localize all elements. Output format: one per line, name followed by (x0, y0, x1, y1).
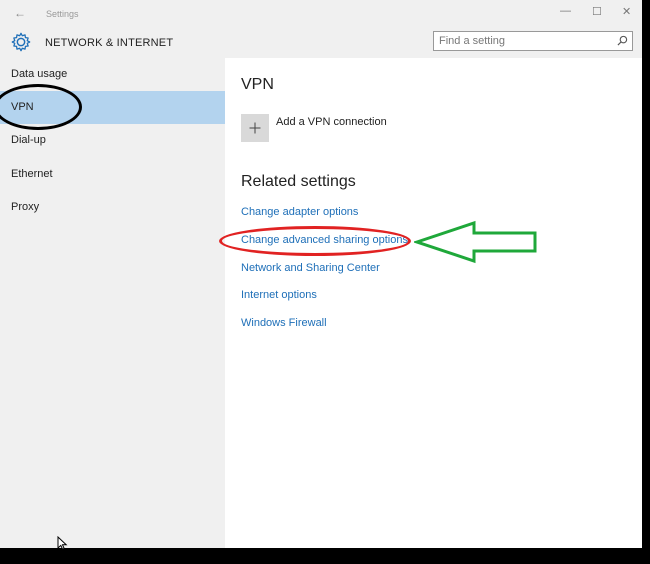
search-input[interactable] (439, 34, 609, 48)
link-windows-firewall[interactable]: Windows Firewall (241, 317, 327, 329)
link-change-adapter-options[interactable]: Change adapter options (241, 206, 358, 218)
add-vpn-button[interactable]: Add a VPN connection (241, 114, 541, 142)
sidebar-item-label: Dial-up (11, 134, 46, 146)
page-title: NETWORK & INTERNET (45, 37, 174, 49)
settings-window: ← Settings — ☐ ✕ NETWORK & INTERNET Find… (0, 0, 650, 564)
sidebar-item-ethernet[interactable]: Ethernet (0, 158, 225, 191)
red-ellipse-annotation (219, 226, 411, 256)
minimize-button[interactable]: — (560, 5, 571, 17)
title-bar: ← Settings — ☐ ✕ (0, 0, 642, 28)
close-button[interactable]: ✕ (622, 5, 631, 18)
gear-icon (11, 32, 31, 52)
sidebar: Data usage VPN Dial-up Ethernet Proxy (0, 58, 225, 548)
window-content: ← Settings — ☐ ✕ NETWORK & INTERNET Find… (0, 0, 642, 550)
sidebar-item-label: Ethernet (11, 168, 53, 180)
cursor-icon (57, 536, 68, 550)
main-content: VPN Add a VPN connection Related setting… (225, 58, 642, 548)
maximize-button[interactable]: ☐ (592, 5, 602, 18)
back-arrow-icon[interactable]: ← (14, 6, 26, 20)
plus-icon[interactable] (241, 114, 269, 142)
sidebar-item-label: Data usage (11, 68, 68, 80)
link-network-and-sharing-center[interactable]: Network and Sharing Center (241, 262, 380, 274)
sidebar-item-proxy[interactable]: Proxy (0, 191, 225, 224)
window-title: Settings (46, 9, 79, 19)
link-internet-options[interactable]: Internet options (241, 289, 317, 301)
search-box[interactable] (433, 31, 633, 51)
sidebar-item-label: Proxy (11, 201, 40, 213)
page-header: NETWORK & INTERNET (0, 28, 642, 58)
related-settings-title: Related settings (241, 173, 356, 190)
search-icon[interactable] (617, 35, 628, 46)
vpn-section-title: VPN (241, 76, 274, 93)
add-vpn-label: Add a VPN connection (276, 116, 387, 128)
green-arrow-icon (414, 220, 537, 264)
